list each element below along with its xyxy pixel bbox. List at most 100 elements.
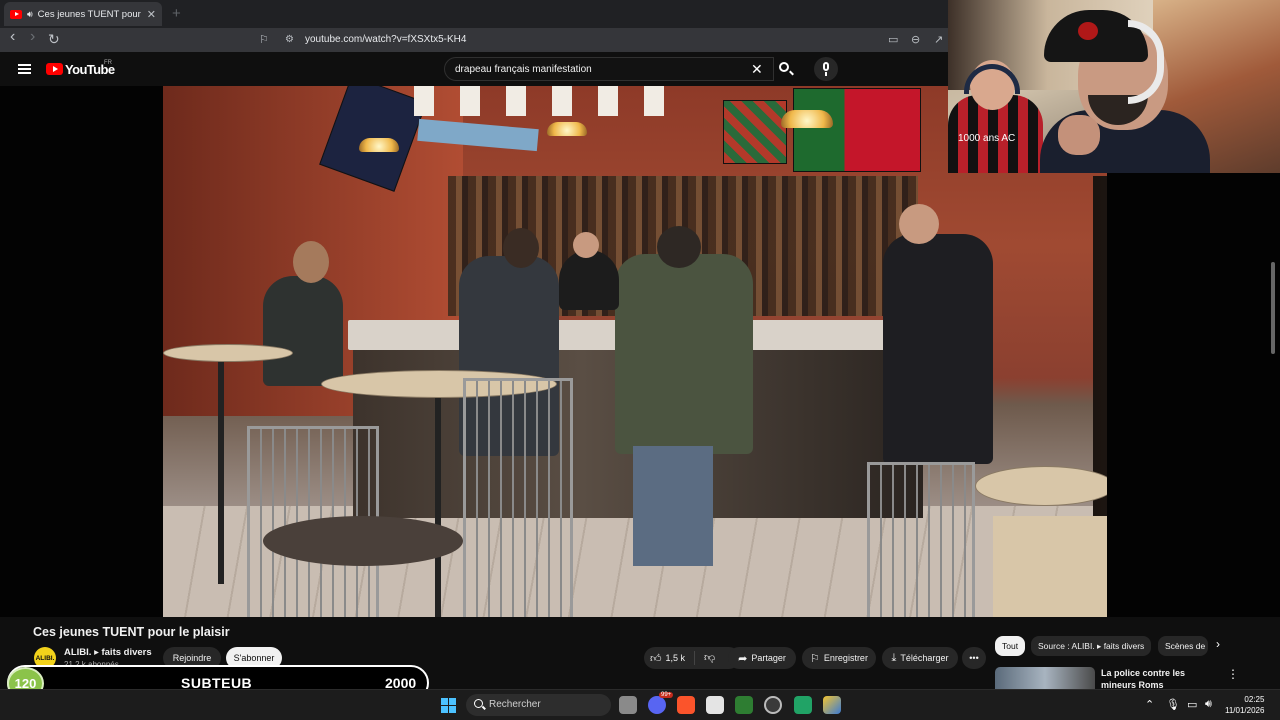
chevron-up-icon[interactable]: ⌃ [1145, 698, 1154, 711]
clock-time: 02:25 [1244, 695, 1265, 704]
search-input[interactable]: drapeau français manifestation ✕ [444, 57, 774, 81]
table-leg [435, 386, 441, 617]
search-icon [779, 62, 789, 72]
jersey-text: 1000 ans AC [958, 133, 1016, 144]
share-label: Partager [751, 653, 786, 663]
forward-icon[interactable]: › [30, 28, 35, 46]
table-top [163, 344, 293, 362]
chevron-right-icon[interactable]: › [1216, 637, 1220, 651]
share-button[interactable]: ➦ Partager [728, 647, 796, 669]
microphone-tray-icon[interactable]: 🎙︎ [1166, 698, 1180, 711]
bartender [559, 250, 619, 310]
windows-start-icon[interactable] [441, 698, 456, 713]
task-view-icon[interactable] [619, 696, 637, 714]
discord-badge: 99+ [659, 692, 674, 698]
chip-source[interactable]: Source : ALIBI. ▸ faits divers [1031, 636, 1152, 656]
app-icon[interactable] [823, 696, 841, 714]
microphone-stem [825, 72, 827, 76]
video-title: Ces jeunes TUENT pour le plaisir [33, 625, 230, 639]
taskbar-search-placeholder: Rechercher [489, 699, 541, 710]
chip-all[interactable]: Tout [995, 636, 1026, 656]
chair-seat [263, 516, 463, 566]
microphone-icon [823, 62, 829, 71]
like-button[interactable]: 👍︎ 1,5 k 👎︎ [644, 647, 740, 669]
speaker-icon[interactable]: 🔊︎ [27, 9, 33, 20]
recommendation-thumbnail[interactable] [995, 667, 1095, 689]
person-head [503, 228, 539, 268]
like-divider [694, 651, 695, 665]
thumbs-up-icon: 👍︎ [650, 652, 662, 665]
share-arrow-icon: ➦ [738, 652, 748, 665]
taskbar-search[interactable]: Rechercher [466, 694, 611, 716]
table-top-front [993, 516, 1107, 617]
more-actions-button[interactable]: ••• [962, 647, 986, 669]
channel-name[interactable]: ALIBI. ▸ faits divers [64, 647, 152, 658]
url-field[interactable]: youtube.com/watch?v=fXSXtx5-KH4 [305, 34, 466, 45]
clear-search-icon[interactable]: ✕ [751, 61, 763, 78]
notepad-icon[interactable] [706, 696, 724, 714]
search-query[interactable]: drapeau français manifestation [455, 64, 592, 75]
taskbar: Rechercher 99+ ⌃ 🎙︎ ▭ 🔊︎ 02:25 11/01/202… [0, 689, 1280, 720]
thumbs-down-icon[interactable]: 👎︎ [704, 651, 715, 664]
lamp-left [359, 138, 399, 152]
download-label: Télécharger [900, 653, 949, 663]
browser-tab-strip: 🔊︎ Ces jeunes TUENT pour le plaisir ✕ + [0, 0, 948, 28]
youtube-favicon-icon [10, 9, 22, 19]
table-top [975, 466, 1107, 506]
new-tab-button[interactable]: + [172, 5, 181, 22]
youtube-header: YouTube FR drapeau français manifestatio… [0, 52, 948, 86]
person-head [573, 232, 599, 258]
person-right [883, 234, 993, 464]
person-head [899, 204, 939, 244]
person-seated-left [263, 276, 343, 386]
chair [867, 462, 975, 617]
portugal-flag-large [793, 88, 921, 172]
hand [1058, 115, 1100, 155]
webcam-overlay: 1000 ans AC [948, 0, 1280, 173]
share-icon[interactable]: ↗ [934, 33, 943, 46]
tab-title: Ces jeunes TUENT pour le plaisir [37, 8, 142, 20]
download-icon: ⤓ [891, 651, 897, 664]
person-jeans [633, 446, 713, 566]
volume-icon[interactable]: 🔊︎ [1205, 698, 1212, 711]
chair [463, 378, 573, 617]
youtube-logo-icon[interactable] [46, 63, 63, 75]
page-scrollbar[interactable] [1271, 262, 1275, 354]
browser-tab[interactable]: 🔊︎ Ces jeunes TUENT pour le plaisir ✕ [4, 2, 162, 26]
recommendation-more-icon[interactable]: ⋮ [1227, 667, 1239, 681]
back-icon[interactable]: ‹ [10, 28, 15, 46]
cap-logo-icon [1078, 22, 1098, 40]
menu-icon[interactable] [18, 64, 31, 74]
search-icon [474, 699, 483, 708]
reload-icon[interactable]: ↻ [48, 31, 60, 48]
screen-icon[interactable]: ▭ [888, 33, 898, 46]
discord-icon[interactable] [648, 696, 666, 714]
brave-icon[interactable] [677, 696, 695, 714]
zoom-icon[interactable]: ⊖ [911, 33, 920, 46]
recommendation-title[interactable]: La police contre les mineurs Roms [1101, 667, 1221, 689]
address-bar: ‹ › ↻ ⚐ ⚙ youtube.com/watch?v=fXSXtx5-KH… [0, 28, 948, 52]
person-head [657, 226, 701, 268]
bookmark-icon: ⚐ [810, 652, 820, 665]
site-info-icon[interactable]: ⚙ [285, 34, 294, 45]
bookmark-icon[interactable]: ⚐ [259, 33, 269, 46]
region-code: FR [104, 60, 112, 66]
photo-bunting [388, 86, 688, 116]
person-green-hoodie [615, 254, 753, 454]
save-button[interactable]: ⚐ Enregistrer [802, 647, 876, 669]
obs-icon[interactable] [764, 696, 782, 714]
system-clock[interactable]: 02:25 11/01/2026 [1225, 694, 1264, 716]
tab-close-icon[interactable]: ✕ [147, 8, 156, 21]
person-head [293, 241, 329, 283]
chip-scenes[interactable]: Scènes de [1158, 636, 1208, 656]
clock-date: 11/01/2026 [1225, 706, 1265, 715]
download-button[interactable]: ⤓ Télécharger [882, 647, 958, 669]
spreadsheet-icon[interactable] [794, 696, 812, 714]
display-icon[interactable]: ▭ [1187, 698, 1197, 711]
voice-search-button[interactable] [814, 57, 838, 81]
table-leg [218, 354, 224, 584]
search-button[interactable] [774, 57, 798, 81]
save-label: Enregistrer [823, 653, 868, 663]
lamp-middle [547, 122, 587, 136]
media-player-icon[interactable] [735, 696, 753, 714]
